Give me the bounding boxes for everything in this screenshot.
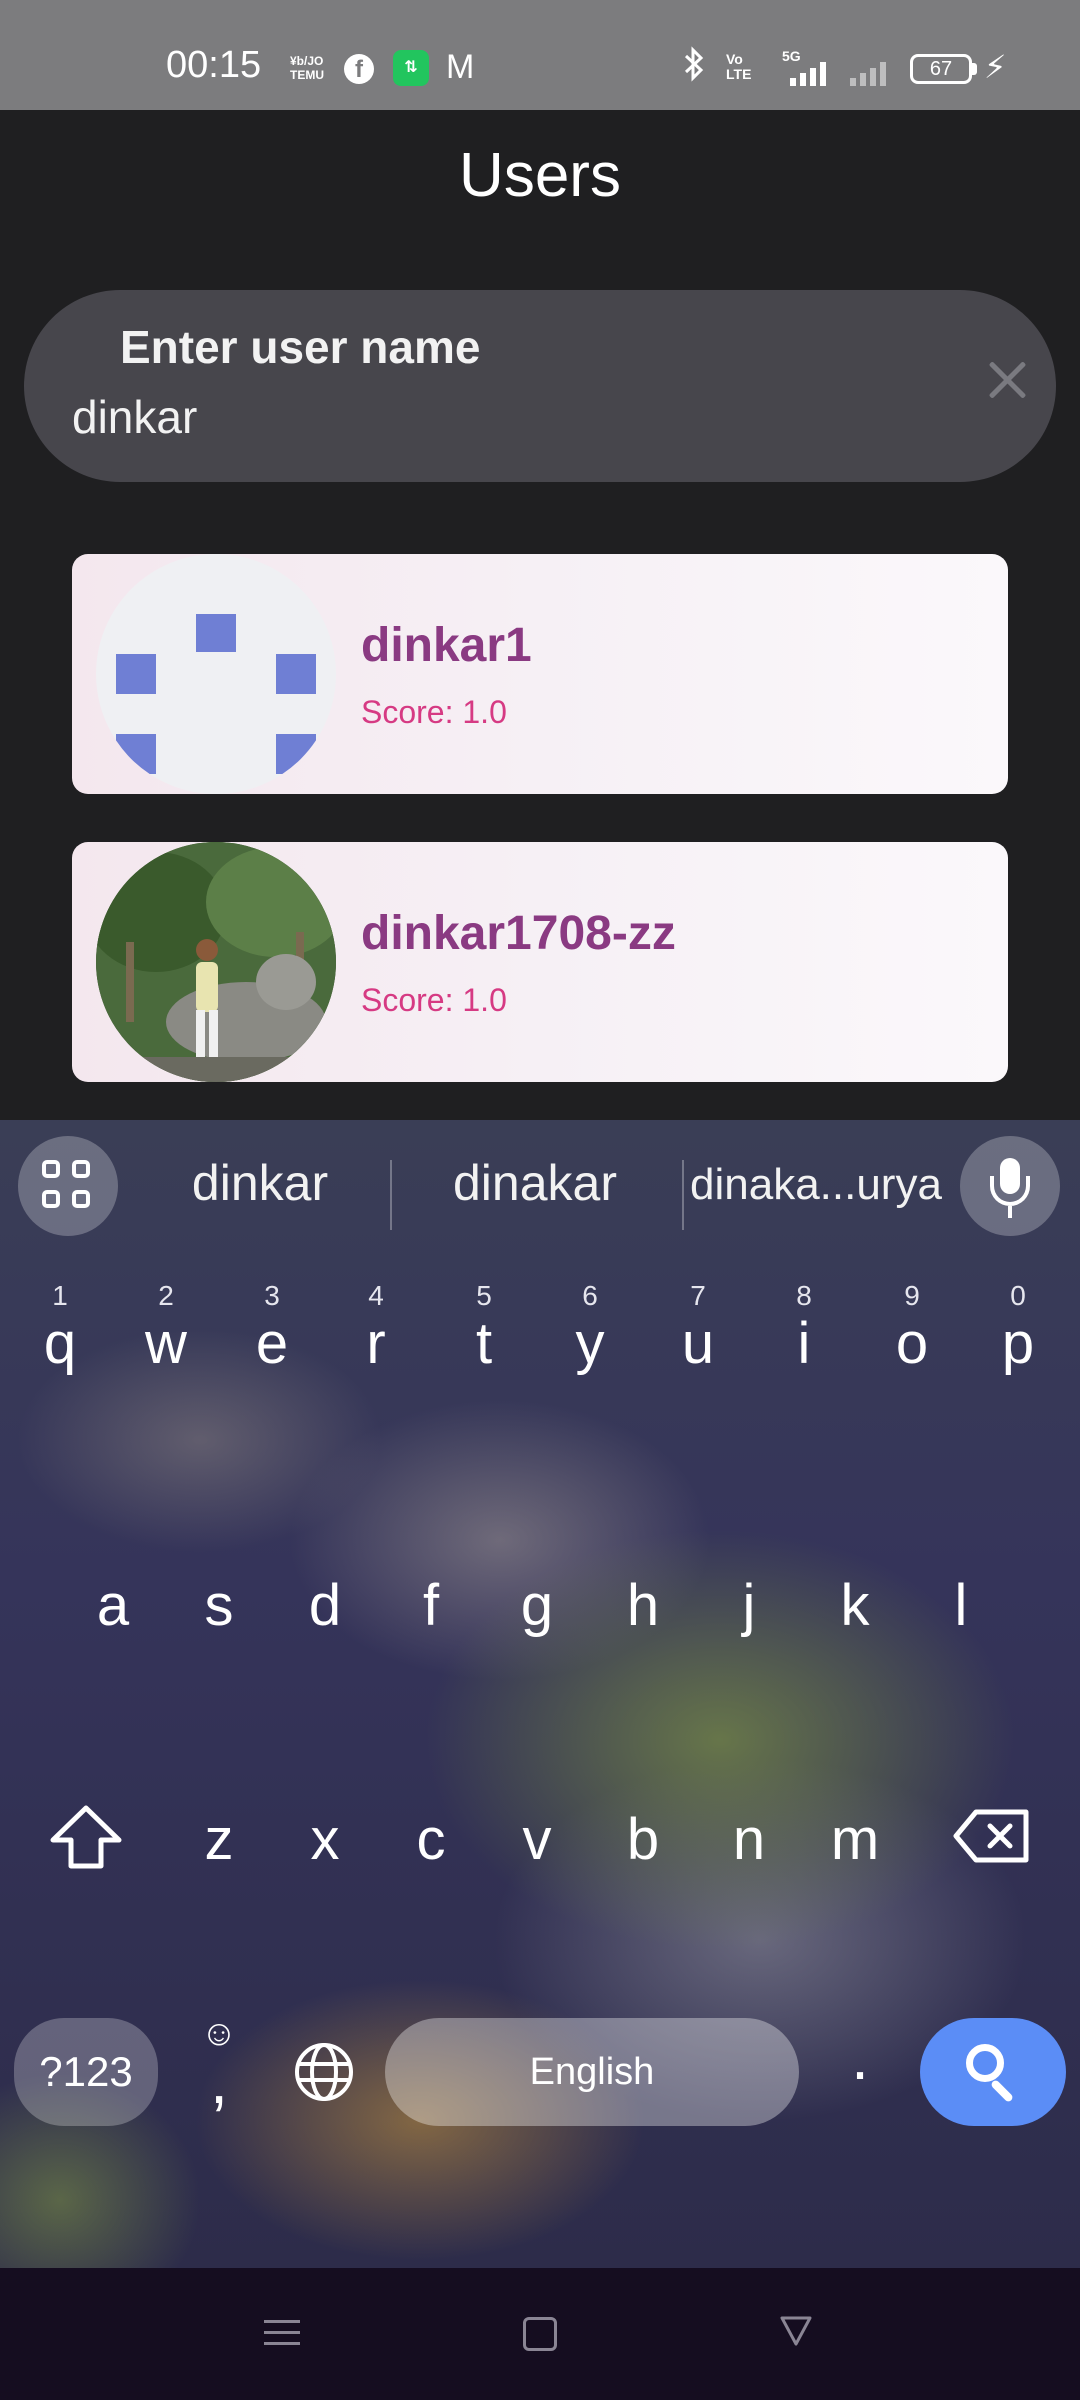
symbols-key[interactable]: ?123 [14, 2018, 158, 2126]
user-name: dinkar1 [361, 619, 532, 672]
space-key[interactable]: English [385, 2018, 799, 2126]
period-key[interactable]: . [838, 2020, 882, 2100]
status-bar: 00:15 ¥b/JO TEMU f ⇅ M Vo LTE 5G 67 ⚡︎ [0, 0, 1080, 110]
key-l[interactable]: l [923, 1572, 999, 1652]
battery-tip [972, 63, 977, 75]
search-input[interactable]: dinkar [72, 390, 197, 444]
key-s[interactable]: s [181, 1572, 257, 1652]
key-b[interactable]: b [605, 1806, 681, 1886]
key-u[interactable]: 7u [660, 1280, 736, 1390]
page-title: Users [459, 141, 621, 210]
key-g[interactable]: g [499, 1572, 575, 1652]
soft-keyboard: dinkar dinakar dinaka...urya 1q 2w 3e 4r… [0, 1120, 1080, 2268]
bluetooth-icon [683, 46, 705, 90]
volte-icon: Vo LTE [726, 51, 752, 82]
back-icon[interactable] [778, 2312, 814, 2358]
key-v[interactable]: v [499, 1806, 575, 1886]
key-i[interactable]: 8i [766, 1280, 842, 1390]
key-q[interactable]: 1q [22, 1280, 98, 1390]
user-card[interactable]: dinkar1 Score: 1.0 [72, 554, 1008, 794]
backspace-key[interactable] [950, 1806, 1034, 1886]
navigation-bar [0, 2268, 1080, 2400]
key-t[interactable]: 5t [446, 1280, 522, 1390]
key-k[interactable]: k [817, 1572, 893, 1652]
key-e[interactable]: 3e [234, 1280, 310, 1390]
key-c[interactable]: c [393, 1806, 469, 1886]
microphone-icon[interactable] [960, 1136, 1060, 1236]
key-n[interactable]: n [711, 1806, 787, 1886]
globe-icon[interactable] [292, 2040, 356, 2104]
suggestion[interactable]: dinakar [410, 1154, 660, 1212]
key-d[interactable]: d [287, 1572, 363, 1652]
temu-icon: ¥b/JO TEMU [290, 54, 324, 82]
key-p[interactable]: 0p [980, 1280, 1056, 1390]
key-w[interactable]: 2w [128, 1280, 204, 1390]
facebook-icon: f [344, 54, 374, 84]
key-a[interactable]: a [75, 1572, 151, 1652]
suggestion-divider [682, 1160, 684, 1230]
photo-avatar [96, 842, 336, 1082]
key-r[interactable]: 4r [338, 1280, 414, 1390]
key-y[interactable]: 6y [552, 1280, 628, 1390]
data-transfer-icon: ⇅ [393, 50, 429, 86]
user-search-field[interactable]: Enter user name dinkar [24, 290, 1056, 482]
battery-icon: 67 [910, 54, 972, 84]
key-x[interactable]: x [287, 1806, 363, 1886]
comma-key[interactable]: , [196, 2044, 242, 2124]
signal-sim2-icon [850, 62, 896, 86]
key-z[interactable]: z [181, 1806, 257, 1886]
home-icon[interactable] [523, 2317, 557, 2351]
suggestion[interactable]: dinaka...urya [690, 1160, 942, 1210]
key-j[interactable]: j [711, 1572, 787, 1652]
key-o[interactable]: 9o [874, 1280, 950, 1390]
suggestion[interactable]: dinkar [150, 1154, 370, 1212]
user-name: dinkar1708-zz [361, 907, 676, 960]
search-key[interactable] [920, 2018, 1066, 2126]
menu-icon[interactable] [264, 2318, 300, 2348]
charging-icon: ⚡︎ [984, 49, 1007, 85]
shift-key[interactable] [46, 1804, 126, 1884]
gmail-icon: M [446, 48, 475, 86]
apps-grid-icon[interactable] [18, 1136, 118, 1236]
key-f[interactable]: f [393, 1572, 469, 1652]
suggestion-divider [390, 1160, 392, 1230]
user-score: Score: 1.0 [361, 694, 507, 730]
search-field-label: Enter user name [120, 321, 481, 373]
status-time: 00:15 [166, 44, 262, 86]
clear-icon[interactable] [979, 352, 1035, 408]
key-m[interactable]: m [817, 1806, 893, 1886]
signal-icon [790, 62, 836, 86]
default-avatar [96, 554, 336, 794]
user-card[interactable]: dinkar1708-zz Score: 1.0 [72, 842, 1008, 1082]
key-h[interactable]: h [605, 1572, 681, 1652]
user-score: Score: 1.0 [361, 982, 507, 1018]
keyboard-toolbar: dinkar dinakar dinaka...urya [0, 1120, 1080, 1252]
